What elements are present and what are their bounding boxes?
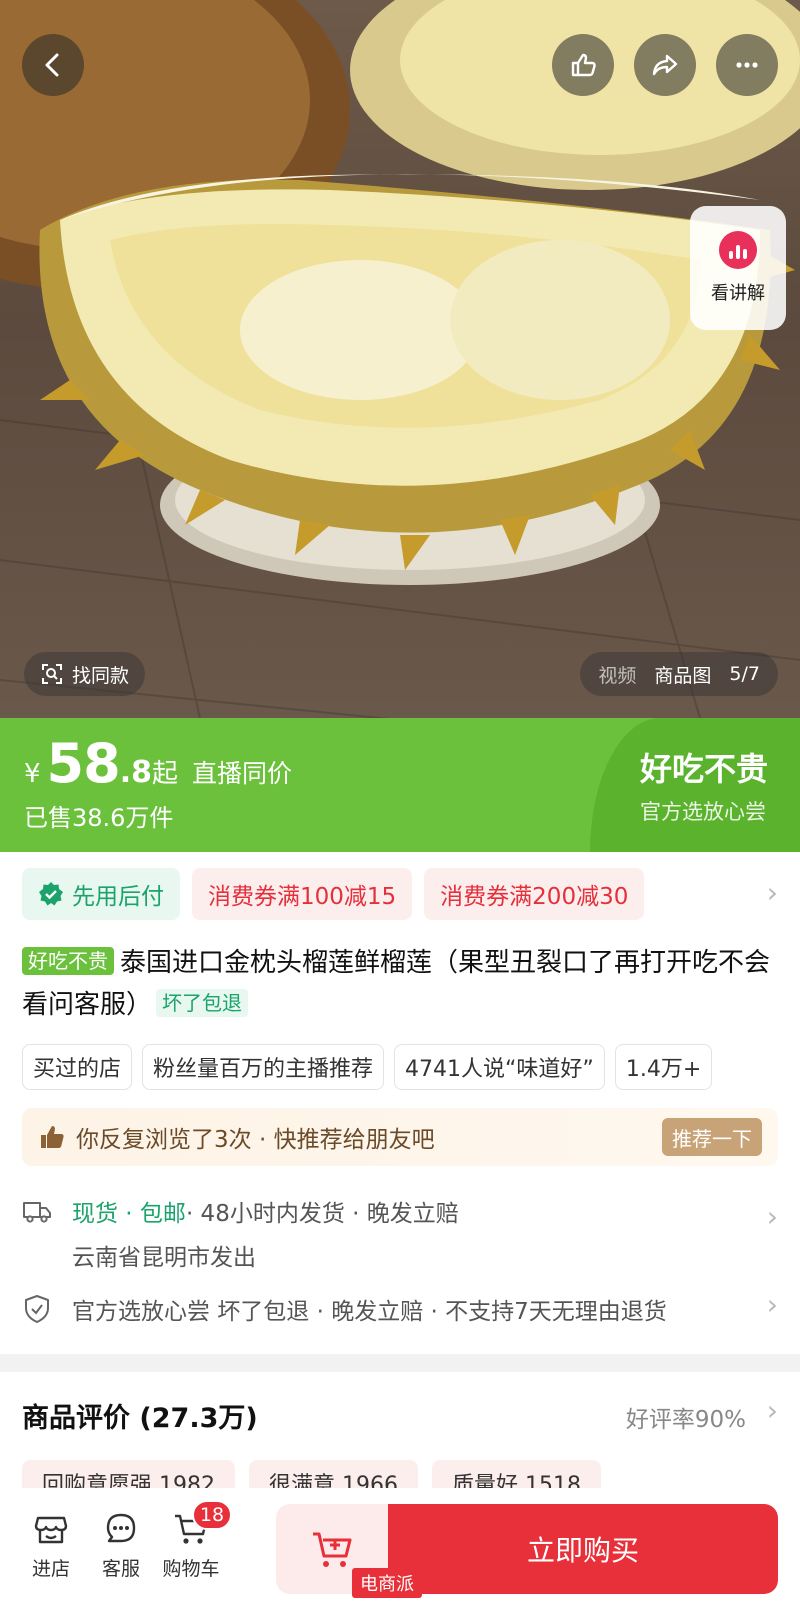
like-button[interactable] [552, 34, 614, 96]
tab-video[interactable]: 视频 [598, 661, 636, 688]
shipping-info[interactable]: 现货 · 包邮 · 48小时内发货 · 晚发立赔 云南省昆明市发出 [22, 1194, 778, 1272]
guarantee-text: 官方选放心尝 坏了包退 · 晚发立赔 · 不支持7天无理由退货 [72, 1299, 667, 1325]
find-same-button[interactable]: 找同款 [24, 652, 146, 696]
service-label: 客服 [101, 1558, 140, 1580]
chevron-right-icon[interactable]: › [767, 1394, 778, 1427]
currency-symbol: ¥ [24, 759, 41, 789]
customer-service-icon [106, 1513, 136, 1543]
coupon-100-15[interactable]: 消费券满100减15 [192, 868, 413, 920]
cart-count-badge: 18 [192, 1500, 232, 1530]
thumbs-up-icon [41, 1126, 64, 1148]
cart-label: 购物车 [162, 1558, 220, 1580]
recommend-banner: 你反复浏览了3次 · 快推荐给朋友吧 推荐一下 [22, 1108, 778, 1166]
coupon-row[interactable]: 先用后付 消费券满100减15 消费券满200减30 [22, 868, 645, 920]
bottom-action-bar: 进店 客服 18 购物车 立即购买 [0, 1488, 800, 1618]
chevron-right-icon[interactable]: › [767, 876, 778, 909]
store-icon [34, 1516, 68, 1544]
store-label: 进店 [31, 1558, 70, 1580]
price-banner: ¥ 58 .8 起 直播同价 已售38.6万件 好吃不贵 官方选放心尝 [0, 718, 800, 852]
shipping-detail: · 48小时内发货 · 晚发立赔 [185, 1201, 459, 1227]
feature-tag[interactable]: 粉丝量百万的主播推荐 [142, 1044, 385, 1090]
feature-tag[interactable]: 1.4万+ [614, 1044, 713, 1090]
tab-product-images[interactable]: 商品图 [654, 661, 711, 688]
slogan: 好吃不贵 [639, 750, 768, 788]
chevron-right-icon[interactable]: › [767, 1200, 778, 1233]
feature-tags: 买过的店 粉丝量百万的主播推荐 4741人说“味道好” 1.4万+ [22, 1044, 800, 1090]
positive-rate: 好评率90% [625, 1407, 746, 1433]
live-same-price: 直播同价 [192, 759, 293, 788]
explain-button[interactable]: 看讲解 [690, 206, 786, 330]
recommend-button[interactable]: 推荐一下 [662, 1118, 762, 1156]
cart-tab[interactable]: 18 购物车 [158, 1500, 232, 1581]
scan-search-icon [42, 664, 62, 684]
reviews-title: 商品评价 (27.3万) [22, 1403, 258, 1434]
feature-tag[interactable]: 买过的店 [22, 1044, 133, 1090]
shipping-origin: 云南省昆明市发出 [72, 1245, 256, 1271]
add-to-cart-icon [313, 1532, 352, 1567]
service-guarantee[interactable]: 官方选放心尝 坏了包退 · 晚发立赔 · 不支持7天无理由退货 [22, 1292, 778, 1326]
pay-later-badge[interactable]: 先用后付 [22, 868, 180, 920]
recommend-text: 你反复浏览了3次 · 快推荐给朋友吧 [76, 1127, 435, 1153]
coupon-200-30[interactable]: 消费券满200减30 [424, 868, 645, 920]
price: ¥ 58 .8 起 直播同价 [24, 732, 292, 795]
verified-check-icon [39, 882, 63, 906]
share-button[interactable] [634, 34, 696, 96]
product-title-block: 好吃不贵 泰国进口金枕头榴莲鲜榴莲（果型丑裂口了再打开吃不会看问客服） 坏了包退 [22, 942, 782, 1026]
product-info-card: 先用后付 消费券满100减15 消费券满200减30 › 好吃不贵 泰国进口金枕头… [0, 852, 800, 1354]
delivery-truck-icon [23, 1202, 51, 1223]
good-taste-tag: 好吃不贵 [22, 947, 114, 975]
price-integer: 58 [46, 732, 121, 795]
media-tabs: 视频 商品图 5/7 [580, 652, 778, 696]
slogan-subtitle: 官方选放心尝 [640, 800, 766, 824]
product-title: 泰国进口金枕头榴莲鲜榴莲（果型丑裂口了再打开吃不会看问客服） [22, 948, 771, 1020]
shipping-highlight: 现货 · 包邮 [72, 1201, 186, 1227]
shield-check-icon [25, 1295, 49, 1323]
price-suffix: 起 [151, 759, 178, 789]
more-icon [736, 62, 758, 68]
product-image-carousel[interactable]: 看讲解 找同款 视频 商品图 5/7 [0, 0, 800, 718]
image-counter: 5/7 [729, 663, 760, 685]
buy-now-button[interactable]: 立即购买 [388, 1504, 778, 1594]
watermark-logo: 电商派 [352, 1568, 422, 1598]
more-button[interactable] [716, 34, 778, 96]
refund-if-bad-tag: 坏了包退 [156, 989, 249, 1017]
find-same-label: 找同款 [72, 664, 130, 687]
audio-bars-icon [719, 231, 757, 269]
service-tab[interactable]: 客服 [88, 1510, 154, 1581]
chevron-right-icon[interactable]: › [767, 1288, 778, 1321]
feature-tag[interactable]: 4741人说“味道好” [394, 1044, 605, 1090]
durian-product-image [0, 0, 800, 718]
back-icon [45, 53, 59, 77]
share-icon [652, 54, 678, 76]
price-decimal: .8 [119, 755, 152, 790]
thumbs-up-icon [571, 53, 596, 77]
reviews-section[interactable]: 商品评价 (27.3万) 好评率90% › 回购意愿强 1982 很满意 196… [0, 1372, 800, 1506]
sold-count: 已售38.6万件 [24, 804, 174, 832]
store-tab[interactable]: 进店 [18, 1510, 84, 1581]
pay-later-label: 先用后付 [72, 884, 164, 910]
explain-label: 看讲解 [711, 283, 765, 304]
back-button[interactable] [22, 34, 84, 96]
